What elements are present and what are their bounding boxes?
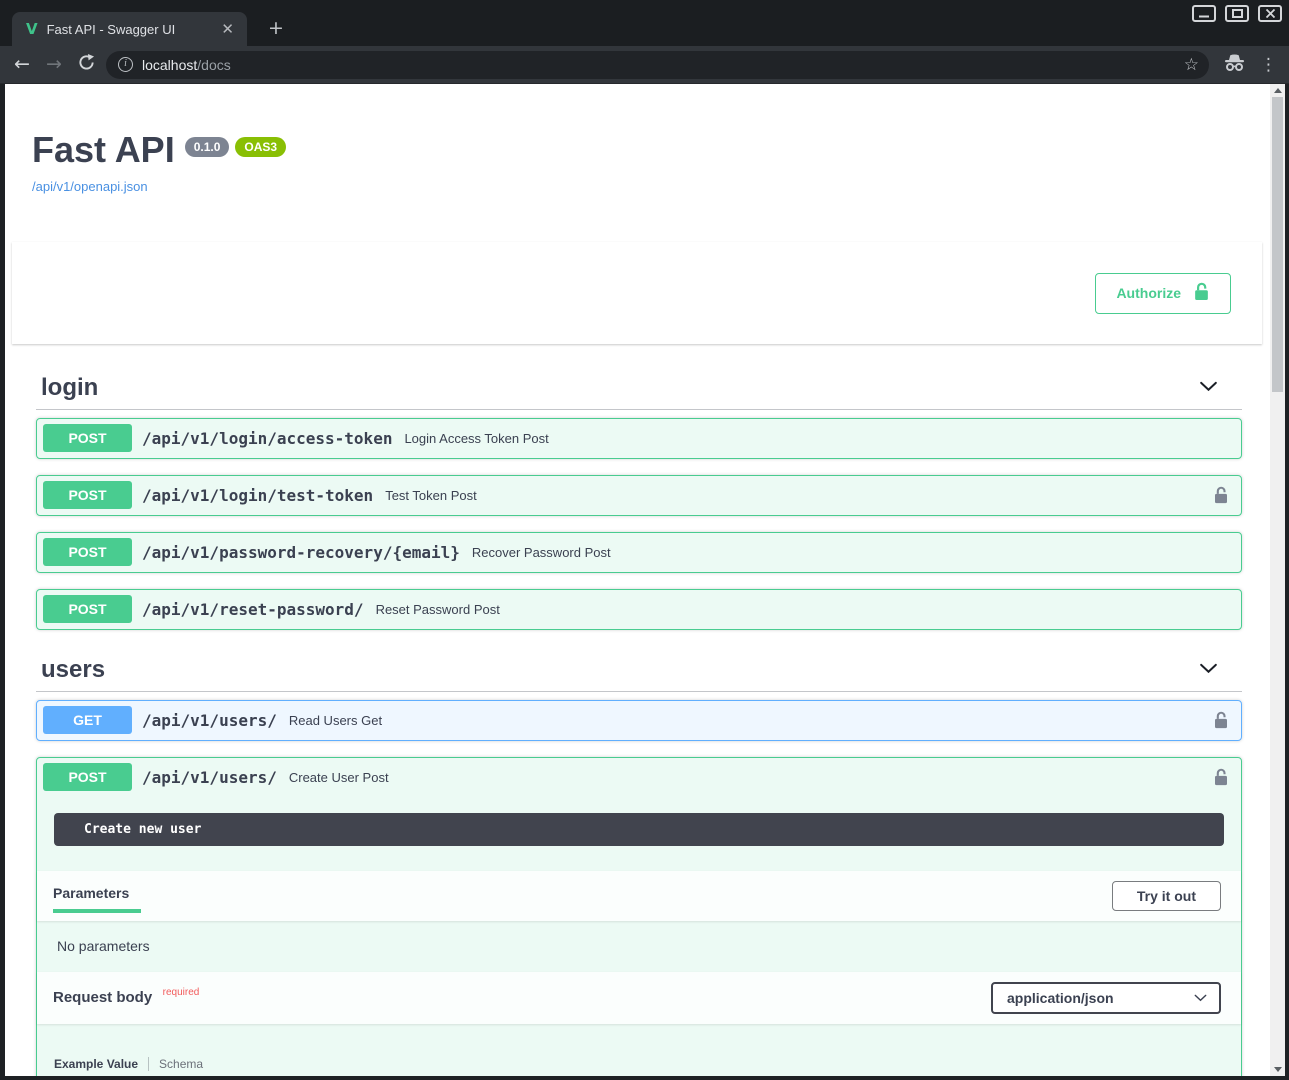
operation-path: /api/v1/password-recovery/{email} bbox=[142, 543, 460, 562]
auth-lock-icon[interactable] bbox=[1213, 485, 1229, 506]
scroll-down-arrow[interactable] bbox=[1274, 1067, 1282, 1072]
site-info-icon[interactable]: i bbox=[118, 57, 133, 72]
operation-summary: Test Token Post bbox=[385, 488, 477, 503]
operation-path: /api/v1/login/test-token bbox=[142, 486, 373, 505]
reload-button[interactable] bbox=[74, 54, 98, 75]
method-badge: POST bbox=[43, 538, 132, 566]
url-bar[interactable]: i localhost/docs ☆ bbox=[106, 51, 1209, 79]
scrollbar-thumb[interactable] bbox=[1272, 97, 1283, 392]
media-type-select[interactable]: application/json bbox=[991, 982, 1221, 1014]
media-type-value: application/json bbox=[1007, 990, 1114, 1006]
operation-path: /api/v1/login/access-token bbox=[142, 429, 392, 448]
operation-row-reset-password[interactable]: POST /api/v1/reset-password/ Reset Passw… bbox=[36, 589, 1242, 630]
bookmark-star-icon[interactable]: ☆ bbox=[1184, 55, 1199, 75]
operation-path: /api/v1/reset-password/ bbox=[142, 600, 364, 619]
operation-summary: Recover Password Post bbox=[472, 545, 611, 560]
operation-row-read-users[interactable]: GET /api/v1/users/ Read Users Get bbox=[36, 700, 1242, 741]
window-controls bbox=[1192, 5, 1282, 22]
schema-tab[interactable]: Schema bbox=[159, 1057, 203, 1071]
tag-header-users[interactable]: users bbox=[36, 656, 1242, 692]
swagger-favicon-icon: V bbox=[26, 22, 38, 37]
authorize-label: Authorize bbox=[1116, 285, 1181, 301]
scroll-up-arrow[interactable] bbox=[1274, 88, 1282, 93]
example-value-tab[interactable]: Example Value bbox=[54, 1057, 138, 1071]
auth-lock-icon[interactable] bbox=[1213, 767, 1229, 788]
tab-divider bbox=[148, 1057, 149, 1071]
operation-summary: Create User Post bbox=[289, 770, 389, 785]
new-tab-button[interactable]: + bbox=[261, 16, 291, 40]
openapi-spec-link[interactable]: /api/v1/openapi.json bbox=[32, 179, 148, 194]
incognito-icon bbox=[1223, 53, 1246, 77]
parameters-tab[interactable]: Parameters bbox=[53, 879, 141, 913]
required-badge: required bbox=[163, 987, 200, 998]
chevron-down-icon bbox=[1194, 994, 1207, 1002]
try-it-out-button[interactable]: Try it out bbox=[1112, 881, 1221, 911]
operation-row-create-user: POST /api/v1/users/ Create User Post Cre… bbox=[36, 757, 1242, 1076]
back-button[interactable]: ← bbox=[10, 55, 34, 74]
auth-lock-icon[interactable] bbox=[1213, 710, 1229, 731]
browser-window: V Fast API - Swagger UI ✕ + ← → i localh… bbox=[0, 0, 1289, 1080]
model-example-section: Example Value Schema { bbox=[37, 1024, 1241, 1076]
version-badge: 0.1.0 bbox=[185, 137, 230, 157]
browser-tab[interactable]: V Fast API - Swagger UI ✕ bbox=[12, 12, 247, 46]
scheme-container: Authorize bbox=[12, 242, 1262, 344]
page-area: Fast API 0.1.0 OAS3 /api/v1/openapi.json… bbox=[0, 84, 1289, 1080]
parameters-header: Parameters Try it out bbox=[37, 871, 1241, 921]
method-badge: GET bbox=[43, 706, 132, 734]
operation-path: /api/v1/users/ bbox=[142, 768, 277, 787]
operation-body: Create new user Parameters Try it out No… bbox=[37, 813, 1241, 1076]
browser-menu-icon[interactable]: ⋮ bbox=[1260, 55, 1277, 75]
tab-close-icon[interactable]: ✕ bbox=[216, 19, 239, 39]
close-button[interactable] bbox=[1258, 5, 1282, 22]
method-badge: POST bbox=[43, 763, 132, 791]
tag-title: login bbox=[41, 374, 98, 402]
url-host: localhost bbox=[142, 57, 197, 73]
operation-summary: Reset Password Post bbox=[376, 602, 500, 617]
tag-header-login[interactable]: login bbox=[36, 374, 1242, 410]
operation-row-login-test-token[interactable]: POST /api/v1/login/test-token Test Token… bbox=[36, 475, 1242, 516]
authorize-button[interactable]: Authorize bbox=[1095, 273, 1231, 314]
chevron-down-icon[interactable] bbox=[1199, 379, 1218, 397]
forward-button[interactable]: → bbox=[42, 55, 66, 74]
operation-summary: Login Access Token Post bbox=[404, 431, 548, 446]
url-path: /docs bbox=[197, 57, 230, 73]
request-body-header: Request body required application/json bbox=[37, 972, 1241, 1024]
operation-summary: Read Users Get bbox=[289, 713, 382, 728]
tab-title: Fast API - Swagger UI bbox=[47, 22, 217, 37]
operations-list: login POST /api/v1/login/access-token Lo… bbox=[5, 374, 1270, 1076]
api-info-section: Fast API 0.1.0 OAS3 /api/v1/openapi.json bbox=[32, 130, 1270, 196]
page-scrollbar[interactable] bbox=[1270, 84, 1285, 1076]
chevron-down-icon[interactable] bbox=[1199, 661, 1218, 679]
request-body-label: Request body bbox=[53, 989, 152, 1006]
tag-title: users bbox=[41, 656, 105, 684]
method-badge: POST bbox=[43, 424, 132, 452]
operation-path: /api/v1/users/ bbox=[142, 711, 277, 730]
operation-row-password-recovery[interactable]: POST /api/v1/password-recovery/{email} R… bbox=[36, 532, 1242, 573]
browser-toolbar: ← → i localhost/docs ☆ ⋮ bbox=[0, 46, 1289, 84]
no-parameters-text: No parameters bbox=[37, 921, 1241, 972]
url-text[interactable]: localhost/docs bbox=[142, 57, 231, 73]
page-title: Fast API bbox=[32, 130, 175, 170]
method-badge: POST bbox=[43, 595, 132, 623]
operation-summary-row[interactable]: POST /api/v1/users/ Create User Post bbox=[37, 758, 1241, 797]
minimize-button[interactable] bbox=[1192, 5, 1216, 22]
maximize-button[interactable] bbox=[1225, 5, 1249, 22]
operation-row-login-access-token[interactable]: POST /api/v1/login/access-token Login Ac… bbox=[36, 418, 1242, 459]
swagger-page: Fast API 0.1.0 OAS3 /api/v1/openapi.json… bbox=[5, 84, 1270, 1076]
operation-description: Create new user bbox=[54, 813, 1224, 846]
method-badge: POST bbox=[43, 481, 132, 509]
oas3-badge: OAS3 bbox=[235, 137, 286, 157]
unlock-icon bbox=[1193, 281, 1210, 306]
browser-titlebar: V Fast API - Swagger UI ✕ + bbox=[0, 0, 1289, 46]
